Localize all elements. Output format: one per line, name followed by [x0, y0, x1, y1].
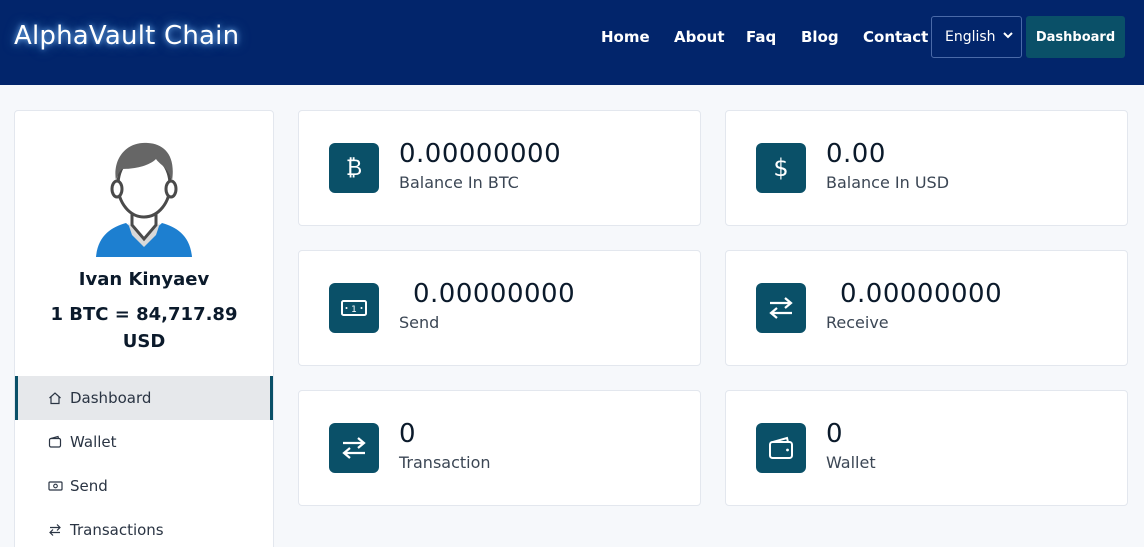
dashboard-button[interactable]: Dashboard	[1026, 16, 1125, 58]
nav-blog-link[interactable]: Blog	[801, 28, 839, 46]
chevron-down-icon	[1003, 30, 1013, 43]
svg-text:₿: ₿	[346, 156, 362, 181]
banknote-icon	[47, 478, 63, 494]
wallet-icon	[756, 423, 806, 473]
nav-contact-link[interactable]: Contact	[863, 28, 928, 46]
btc-rate: 1 BTC = 84,717.89 USD	[45, 301, 243, 355]
sidebar-item-transactions[interactable]: Transactions	[15, 508, 273, 547]
profile-sidebar: Ivan Kinyaev 1 BTC = 84,717.89 USD Dashb…	[14, 110, 274, 547]
sidebar-item-label: Transactions	[70, 521, 164, 539]
top-navbar: AlphaVault Chain Home About Faq Blog Con…	[0, 0, 1144, 85]
sidebar-item-dashboard[interactable]: Dashboard	[15, 376, 273, 420]
receive-value: 0.00000000	[840, 279, 1003, 309]
balance-usd-card: $ 0.00 Balance In USD	[725, 110, 1128, 226]
language-select-value: English	[945, 29, 996, 45]
nav-home-link[interactable]: Home	[601, 28, 650, 46]
banknote-icon: 1	[329, 283, 379, 333]
bitcoin-icon: ₿	[329, 143, 379, 193]
wallet-value: 0	[826, 419, 844, 449]
svg-text:1: 1	[351, 305, 357, 315]
balance-btc-label: Balance In BTC	[399, 173, 519, 192]
user-name: Ivan Kinyaev	[78, 269, 210, 290]
balance-btc-card: ₿ 0.00000000 Balance In BTC	[298, 110, 701, 226]
svg-text:$: $	[773, 154, 788, 182]
balance-usd-value: 0.00	[826, 139, 886, 169]
sidebar-item-label: Wallet	[70, 433, 117, 451]
sidebar-item-send[interactable]: Send	[15, 464, 273, 508]
sidebar-item-label: Dashboard	[70, 389, 152, 407]
balance-usd-label: Balance In USD	[826, 173, 950, 192]
nav-about-link[interactable]: About	[674, 28, 725, 46]
wallet-label: Wallet	[826, 453, 876, 472]
transaction-value: 0	[399, 419, 417, 449]
transaction-card: 0 Transaction	[298, 390, 701, 506]
arrows-swap-icon	[329, 423, 379, 473]
send-label: Send	[399, 313, 440, 332]
wallet-icon	[47, 434, 63, 450]
receive-card: 0.00000000 Receive	[725, 250, 1128, 366]
balance-btc-value: 0.00000000	[399, 139, 562, 169]
home-icon	[47, 390, 63, 406]
arrows-swap-icon	[756, 283, 806, 333]
user-avatar-icon	[94, 139, 194, 261]
send-value: 0.00000000	[413, 279, 576, 309]
dollar-icon: $	[756, 143, 806, 193]
receive-label: Receive	[826, 313, 889, 332]
wallet-card: 0 Wallet	[725, 390, 1128, 506]
send-card: 1 0.00000000 Send	[298, 250, 701, 366]
language-select[interactable]: English	[931, 16, 1022, 58]
btc-rate-currency: USD	[122, 331, 166, 352]
sidebar-item-wallet[interactable]: Wallet	[15, 420, 273, 464]
transaction-label: Transaction	[399, 453, 491, 472]
nav-faq-link[interactable]: Faq	[746, 28, 776, 46]
arrows-swap-icon	[47, 522, 63, 538]
brand-logo[interactable]: AlphaVault Chain	[14, 21, 239, 51]
sidebar-item-label: Send	[70, 477, 108, 495]
btc-rate-value: 1 BTC = 84,717.89	[50, 304, 238, 325]
